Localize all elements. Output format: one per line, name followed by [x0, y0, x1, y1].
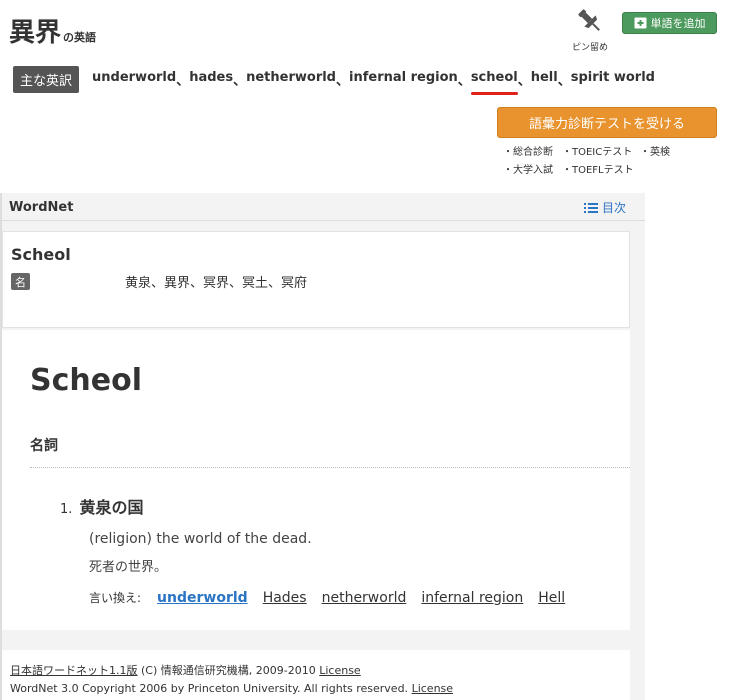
- summary-synonyms: 黄泉、異界、冥界、冥土、冥府: [125, 276, 308, 291]
- footer-line-2-text: WordNet 3.0 Copyright 2006 by Princeton …: [10, 682, 412, 695]
- alternatives-label: 言い換え:: [89, 591, 142, 605]
- separator: 、: [457, 74, 471, 89]
- wordnet-footer: 日本語ワードネット1.1版 (C) 情報通信研究機構, 2009-2010 Li…: [2, 650, 630, 700]
- main-translations-badge: 主な英訳: [13, 66, 80, 93]
- pin-label: ピン留め: [571, 43, 608, 53]
- separator: 、: [336, 74, 350, 89]
- translation-item-highlighted[interactable]: scheol: [470, 70, 518, 95]
- wordnet-title: WordNet: [9, 200, 74, 215]
- pin-icon: [578, 9, 600, 31]
- footer-line-1: 日本語ワードネット1.1版 (C) 情報通信研究機構, 2009-2010 Li…: [10, 662, 361, 678]
- main-translations-list: underworld、 hades、 netherworld、 infernal re…: [92, 70, 655, 95]
- definition-english: (religion) the world of the dead.: [89, 531, 312, 547]
- wordnet-header: WordNet 目次: [2, 193, 645, 221]
- translation-item[interactable]: netherworld: [246, 70, 336, 89]
- sense-item: 1. 黄泉の国: [60, 494, 144, 518]
- test-link-eiken[interactable]: ・英検: [640, 143, 670, 158]
- toc-label: 目次: [602, 201, 627, 215]
- footer-line-2: WordNet 3.0 Copyright 2006 by Princeton …: [10, 682, 453, 695]
- separator: 、: [233, 74, 247, 89]
- alt-link-hell[interactable]: Hell: [538, 590, 565, 606]
- translation-item[interactable]: hell: [531, 70, 558, 89]
- list-icon: [584, 202, 598, 213]
- footer-jwn-link[interactable]: 日本語ワードネット1.1版: [10, 664, 138, 677]
- test-link-university[interactable]: ・大学入試: [503, 161, 562, 176]
- add-word-button[interactable]: 単語を追加: [622, 12, 717, 34]
- sense-gloss: 黄泉の国: [79, 498, 144, 517]
- test-link-toeic[interactable]: ・TOEICテスト: [562, 143, 640, 158]
- toc-link[interactable]: 目次: [584, 199, 626, 216]
- headword: Scheol: [30, 363, 142, 398]
- alt-link-underworld[interactable]: underworld: [157, 590, 248, 606]
- footer-license-link-2[interactable]: License: [412, 682, 453, 695]
- separator: 、: [176, 74, 190, 89]
- separator: 、: [517, 74, 531, 89]
- translation-item[interactable]: hades: [189, 70, 233, 89]
- pos-heading: 名詞: [30, 438, 58, 454]
- alternatives: 言い換え: underworld Hades netherworld infer…: [89, 589, 580, 606]
- alt-link-hades[interactable]: Hades: [263, 590, 307, 606]
- footer-license-link-1[interactable]: License: [319, 664, 360, 677]
- test-link-general[interactable]: ・総合診断: [503, 143, 562, 158]
- summary-word: Scheol: [11, 245, 71, 264]
- page-title-word: 異界: [9, 18, 62, 48]
- vocab-test-button[interactable]: 語彙力診断テストを受ける: [497, 107, 717, 138]
- wordnet-summary: Scheol 名 黄泉、異界、冥界、冥土、冥府: [2, 231, 630, 328]
- wordnet-detail: Scheol 名詞 1. 黄泉の国 (religion) the world o…: [2, 330, 630, 630]
- alt-link-infernal-region[interactable]: infernal region: [421, 590, 523, 606]
- separator: 、: [557, 74, 571, 89]
- main-translations: 主な英訳 underworld、 hades、 netherworld、 infern…: [13, 66, 655, 95]
- page-title: 異界 の英語: [9, 12, 96, 49]
- wordnet-panel: WordNet 目次 Scheol 名 黄泉、異界、冥界、冥土、冥府 Scheo…: [0, 193, 645, 700]
- pos-badge: 名: [11, 273, 30, 290]
- alt-link-netherworld[interactable]: netherworld: [322, 590, 407, 606]
- book-plus-icon: [634, 17, 646, 29]
- add-word-label: 単語を追加: [650, 17, 706, 30]
- definition-japanese: 死者の世界。: [89, 560, 168, 575]
- test-links: ・総合診断 ・TOEICテスト ・英検 ・大学入試 ・TOEFLテスト: [503, 143, 670, 176]
- translation-item[interactable]: underworld: [92, 70, 176, 89]
- test-link-toefl[interactable]: ・TOEFLテスト: [562, 161, 640, 176]
- footer-line-1-text: (C) 情報通信研究機構, 2009-2010: [137, 664, 320, 677]
- pin-button[interactable]: ピン留め: [568, 6, 612, 53]
- translation-item[interactable]: spirit world: [571, 70, 655, 89]
- translation-item[interactable]: infernal region: [349, 70, 458, 89]
- sense-number: 1.: [60, 502, 73, 517]
- page-title-suffix: の英語: [63, 31, 97, 44]
- divider: [30, 467, 630, 468]
